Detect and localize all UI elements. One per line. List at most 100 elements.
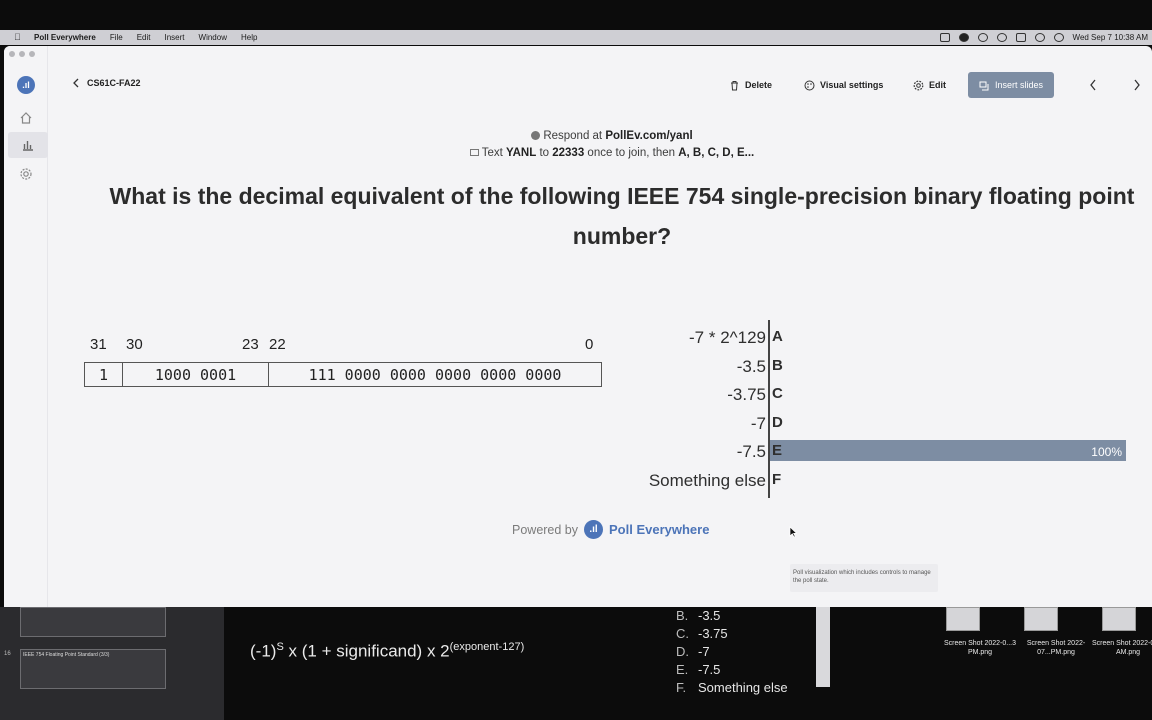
screenshot-file-label[interactable]: Screen Shot 2022-0...3 PM.png — [944, 639, 1016, 657]
text-line: Text YANL to 22333 once to join, then A,… — [72, 145, 1152, 162]
edit-label: Edit — [929, 80, 946, 90]
text-to: to — [536, 147, 553, 159]
screenshot-file-label[interactable]: Screen Shot 2022-07...PM.png — [1020, 639, 1092, 657]
list-item: D. -7 — [676, 643, 816, 661]
menu-file[interactable]: File — [110, 33, 123, 42]
poll-option-row: -3.75 C — [612, 381, 1124, 409]
respond-line: Respond at PollEv.com/yanl — [72, 128, 1152, 145]
menu-app-name[interactable]: Poll Everywhere — [34, 33, 96, 42]
trash-icon — [731, 80, 738, 90]
bit-label-30: 30 — [126, 336, 143, 353]
accessibility-icon[interactable] — [977, 33, 988, 42]
slide-thumbnail-16[interactable]: IEEE 754 Floating Point Standard (3/3) — [20, 649, 166, 689]
menu-edit[interactable]: Edit — [137, 33, 151, 42]
poll-option-letter: C — [772, 385, 783, 403]
screenshot-file-icon[interactable] — [946, 607, 980, 631]
home-icon[interactable] — [16, 108, 36, 128]
list-item: F. Something else — [676, 679, 816, 697]
poll-option-bar: 100% — [770, 440, 1126, 462]
previous-slide-button[interactable] — [1086, 77, 1100, 93]
close-window-button[interactable] — [9, 51, 15, 57]
text-code: YANL — [506, 147, 537, 159]
bit-label-0: 0 — [585, 336, 594, 353]
question-title: What is the decimal equivalent of the fo… — [109, 183, 1135, 249]
apple-icon[interactable]:  — [14, 33, 22, 42]
insert-slides-button[interactable]: Insert slides — [968, 72, 1055, 98]
edit-button[interactable]: Edit — [907, 72, 952, 98]
menubar-clock[interactable]: Wed Sep 7 10:38 AM — [1073, 33, 1148, 42]
formula-mid: x (1 + significand) x 2 — [283, 641, 450, 661]
app-window: .ıl CS61C-FA22 Delete Visual settings Ed… — [4, 46, 1152, 607]
poll-everywhere-logo-icon[interactable]: .ıl — [17, 76, 35, 94]
menu-help[interactable]: Help — [241, 33, 257, 42]
palette-icon — [804, 80, 815, 90]
poll-results-chart[interactable]: -7 * 2^129 A -3.5 B -3.75 C -7 D 100% -7.5 E Someth… — [612, 320, 1126, 500]
slide-number-16: 16 — [4, 651, 11, 657]
option-value: Something else — [698, 680, 788, 695]
window-controls — [9, 51, 35, 57]
status-area: Wed Sep 7 10:38 AM — [939, 30, 1148, 45]
option-key: C. — [676, 626, 689, 641]
poll-option-label: -7 * 2^129 — [689, 328, 766, 347]
menu-insert[interactable]: Insert — [165, 33, 185, 42]
delete-label: Delete — [745, 80, 773, 90]
screenshot-file-label[interactable]: Screen Shot 2022-0...9 AM.png — [1092, 639, 1152, 657]
poll-everywhere-logo-icon: .ıl — [584, 520, 604, 539]
delete-button[interactable]: Delete — [723, 72, 778, 98]
poll-option-row: -7 D — [612, 410, 1124, 438]
formula-sign: S — [276, 641, 284, 653]
mouse-cursor-icon — [789, 526, 797, 538]
option-key: F. — [676, 680, 687, 695]
screenshot-file-icon[interactable] — [1024, 607, 1058, 631]
slide-thumbnail-15[interactable] — [20, 607, 166, 637]
battery-icon[interactable] — [1015, 33, 1026, 42]
next-slide-button[interactable] — [1130, 77, 1144, 93]
poll-option-label: -7 — [750, 413, 766, 433]
desktop-area: Screen Shot 2022-0...3 PM.png Screen Sho… — [830, 607, 1152, 720]
option-value: -3.75 — [698, 626, 728, 641]
screenshot-file-icon[interactable] — [1102, 607, 1136, 631]
reports-icon[interactable] — [8, 132, 48, 158]
back-to-folder-link[interactable]: CS61C-FA22 — [72, 78, 141, 88]
option-key: D. — [676, 644, 689, 659]
option-key: E. — [676, 662, 689, 677]
search-icon[interactable] — [1053, 33, 1064, 42]
poll-option-letter: F — [772, 471, 782, 488]
text-suffix: once to join, then — [584, 147, 679, 159]
menu-window[interactable]: Window — [199, 33, 227, 42]
menu-bar:  Poll Everywhere File Edit Insert Windo… — [0, 30, 1152, 45]
list-item: C. -3.75 — [676, 625, 816, 643]
settings-gear-icon[interactable] — [16, 164, 36, 184]
chart-tooltip: Poll visualization which includes contro… — [790, 564, 938, 592]
chevron-left-icon — [73, 78, 79, 88]
binary-layout: 31 30 23 22 0 1 1000 0001 111 0000 0000 … — [80, 336, 602, 390]
visual-settings-button[interactable]: Visual settings — [798, 72, 889, 98]
zoom-window-button[interactable] — [29, 51, 35, 57]
wifi-icon[interactable] — [1034, 33, 1045, 42]
respond-url[interactable]: PollEv.com/yanl — [605, 130, 692, 142]
option-key: B. — [676, 608, 689, 623]
status-icon[interactable] — [939, 33, 950, 42]
exponent-field: 1000 0001 — [122, 362, 269, 387]
brand-name: Poll Everywhere — [609, 522, 710, 537]
list-item: E. -7.5 — [676, 661, 816, 679]
poll-option-row: Something else F — [612, 467, 1124, 495]
respond-prefix: Respond at — [543, 130, 606, 142]
thumbnail-16-title: IEEE 754 Floating Point Standard (3/3) — [23, 652, 110, 658]
poll-option-letter: A — [772, 328, 783, 345]
keynote-options-list: B. -3.5 C. -3.75 D. -7 E. -7.5 F. Something e… — [676, 607, 816, 697]
poll-option-row: -3.5 B — [612, 353, 1124, 381]
moon-icon[interactable] — [996, 33, 1007, 42]
poll-option-label: -7.5 — [736, 442, 766, 462]
powered-by-label: Powered by — [512, 522, 579, 537]
list-item: B. -3.5 — [676, 607, 816, 625]
keynote-slide-navigator: 16 IEEE 754 Floating Point Standard (3/3… — [0, 607, 224, 720]
poll-option-percentage: 100% — [1091, 445, 1122, 460]
minimize-window-button[interactable] — [19, 51, 25, 57]
insert-slides-icon — [979, 81, 989, 90]
ieee-formula: (-1)S x (1 + significand) x 2(exponent-1… — [250, 641, 524, 662]
poll-option-label: -3.75 — [727, 385, 766, 405]
significand-field: 111 0000 0000 0000 0000 0000 — [268, 362, 602, 387]
media-icon[interactable] — [958, 33, 969, 42]
response-instructions: Respond at PollEv.com/yanl Text YANL to … — [72, 128, 1152, 162]
